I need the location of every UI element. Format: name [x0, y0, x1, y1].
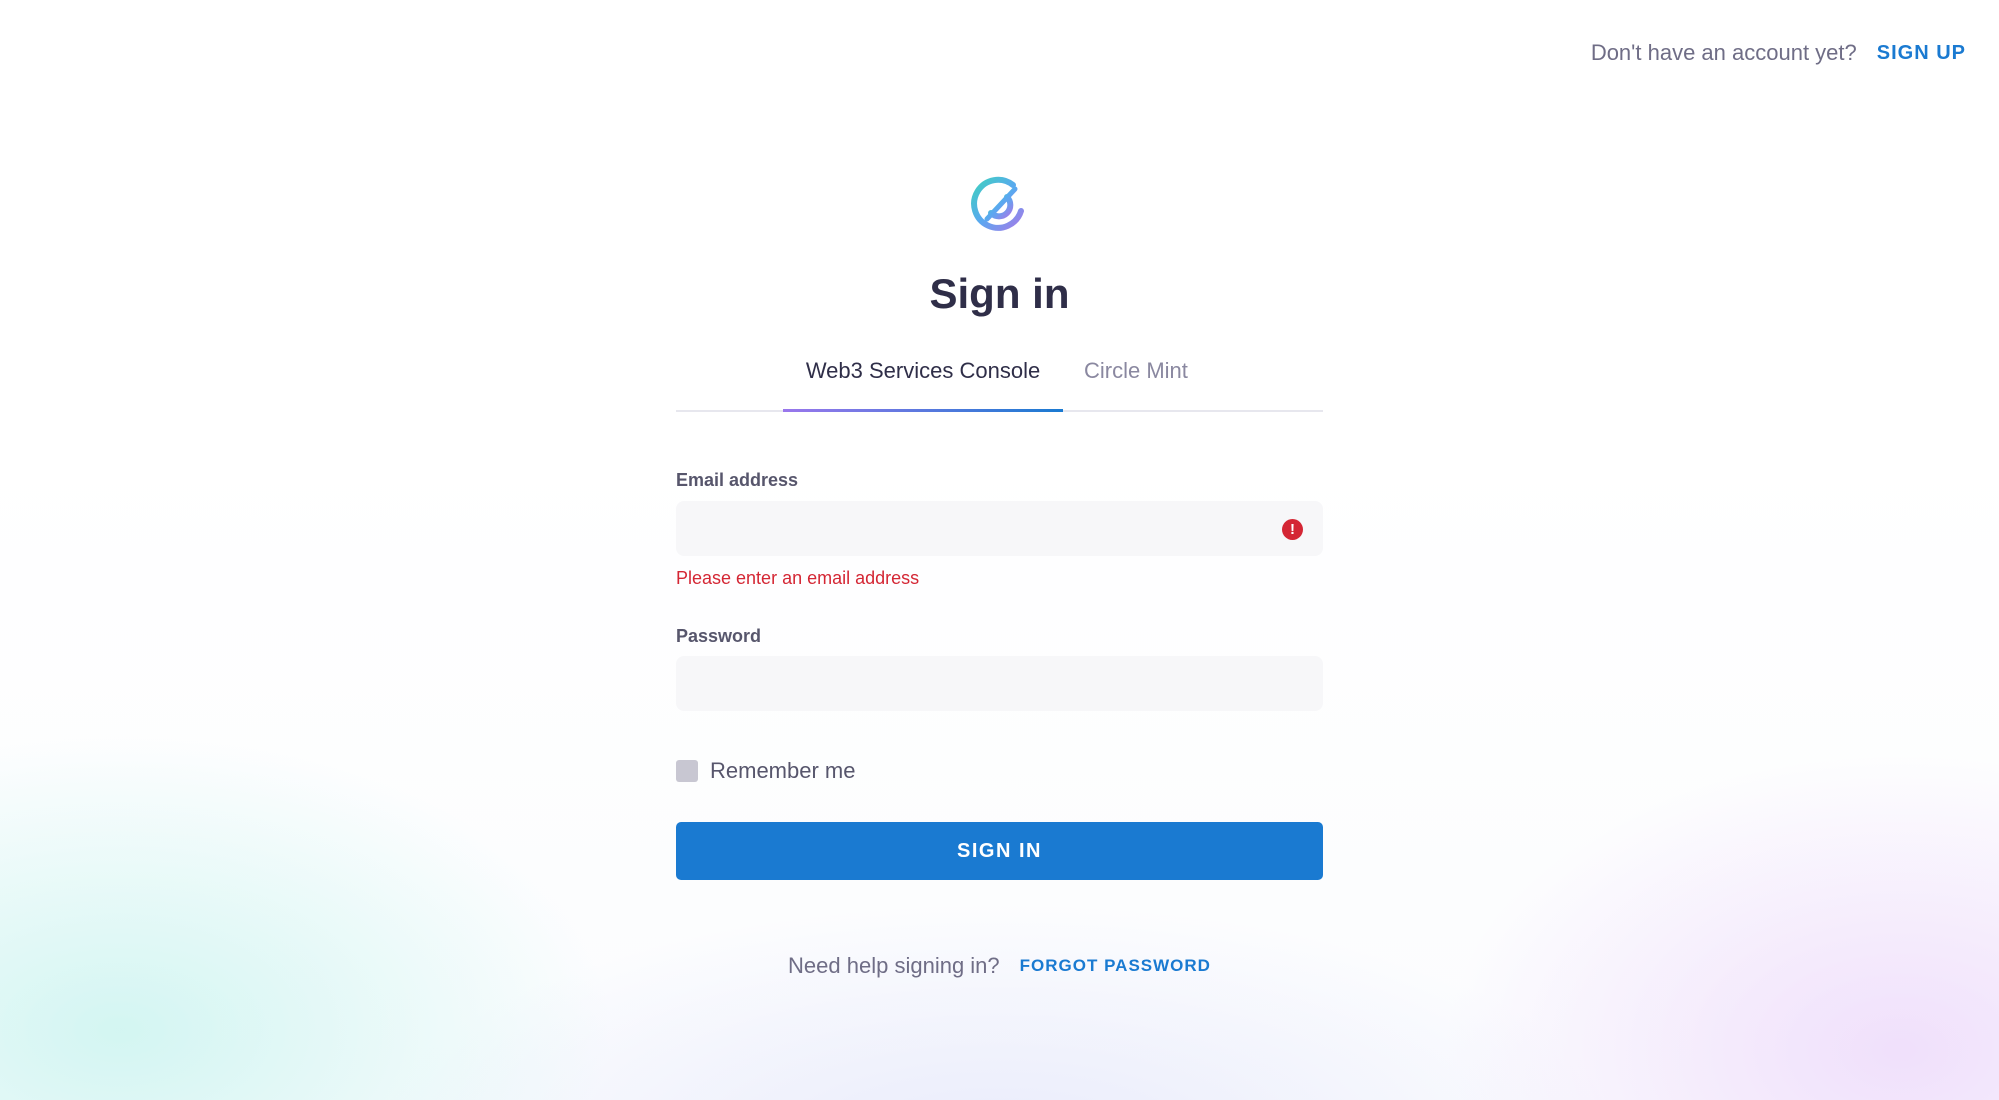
password-field[interactable] [676, 656, 1323, 711]
tab-web3-label: Web3 Services Console [805, 358, 1041, 383]
circle-logo-icon [971, 176, 1024, 231]
help-row: Need help signing in? FORGOT PASSWORD [676, 953, 1323, 979]
remember-me-label: Remember me [710, 758, 856, 783]
tab-circle-mint-label: Circle Mint [1084, 358, 1188, 383]
console-tabs: Web3 Services Console Circle Mint [676, 346, 1323, 412]
sign-in-button[interactable]: SIGN IN [676, 822, 1323, 880]
email-label: Email address [676, 470, 799, 490]
signup-prompt: Don't have an account yet? SIGN UP [1591, 40, 1966, 66]
account-question-text: Don't have an account yet? [1590, 40, 1857, 65]
help-question-text: Need help signing in? [788, 953, 1000, 978]
sign-up-link[interactable]: SIGN UP [1877, 42, 1966, 65]
active-tab-indicator [783, 409, 1063, 412]
email-error-message: Please enter an email address [676, 568, 920, 588]
email-field[interactable] [676, 501, 1323, 556]
error-exclamation-icon: ! [1282, 519, 1303, 540]
remember-me-option[interactable]: Remember me [676, 758, 855, 784]
page-title: Sign in [929, 270, 1070, 317]
remember-me-checkbox[interactable] [676, 760, 698, 782]
tab-web3-services-console[interactable]: Web3 Services Console [783, 358, 1063, 412]
password-label: Password [676, 626, 762, 646]
tab-circle-mint[interactable]: Circle Mint [1084, 358, 1188, 384]
forgot-password-link[interactable]: FORGOT PASSWORD [1020, 956, 1211, 976]
